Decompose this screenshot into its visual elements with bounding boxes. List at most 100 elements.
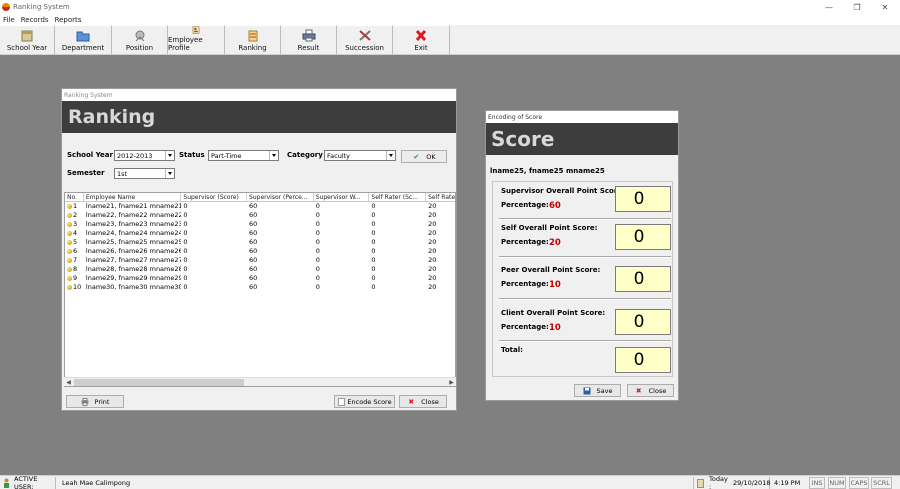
encode-score-button[interactable]: Encode Score [334, 395, 395, 408]
chevron-down-icon [269, 151, 278, 160]
scrollbar-thumb[interactable] [74, 379, 244, 386]
menu-reports[interactable]: Reports [52, 16, 85, 24]
result-button[interactable]: Result [281, 25, 337, 54]
succession-button[interactable]: Succession [337, 25, 393, 54]
table-cell: 0 [371, 265, 376, 273]
table-row[interactable]: 7 lname27, fname27 mname27 0 60 0 0 20 [65, 256, 455, 265]
ranking-button[interactable]: Ranking [225, 25, 281, 54]
table-cell: lname30, fname30 mname30 [85, 283, 182, 291]
school-year-button[interactable]: School Year [0, 25, 55, 54]
current-time: 4:19 PM [774, 479, 801, 487]
divider [499, 218, 671, 220]
peer-score-input[interactable]: 0 [615, 266, 671, 292]
row-number: 4 [73, 229, 78, 237]
row-number-cell: 3 [65, 220, 84, 229]
score-close-button[interactable]: ✖ Close [627, 384, 674, 397]
column-header[interactable]: Supervisor (Score) [181, 193, 248, 201]
table-cell: 0 [183, 283, 188, 291]
employee-ranking-table[interactable]: No. Employee Name Supervisor (Score) Sup… [64, 192, 456, 387]
column-header[interactable]: No. [65, 193, 84, 201]
print-button[interactable]: Print [66, 395, 124, 408]
restore-button[interactable]: ❐ [844, 0, 870, 14]
tools-icon [358, 30, 371, 41]
minimize-button[interactable]: — [816, 0, 842, 14]
table-row[interactable]: 6 lname26, fname26 mname26 0 60 0 0 20 [65, 247, 455, 256]
row-number: 5 [73, 238, 78, 246]
supervisor-score-input[interactable]: 0 [615, 186, 671, 212]
employee-profile-button[interactable]: Employee Profile [168, 25, 225, 54]
table-cell: 0 [315, 256, 320, 264]
status-dot-icon [67, 239, 72, 245]
table-cell: 20 [428, 211, 437, 219]
table-row[interactable]: 9 lname29, fname29 mname29 0 60 0 0 20 [65, 274, 455, 283]
table-cell: 60 [249, 202, 258, 210]
status-dot-icon [67, 203, 72, 209]
table-cell: 0 [371, 247, 376, 255]
table-cell: 0 [315, 220, 320, 228]
table-row[interactable]: 4 lname24, fname24 mname24 0 60 0 0 20 [65, 229, 455, 238]
status-dot-icon [67, 212, 72, 218]
table-cell: 0 [371, 274, 376, 282]
table-row[interactable]: 3 lname23, fname23 mname23 0 60 0 0 20 [65, 220, 455, 229]
close-window-button[interactable]: ✕ [872, 0, 898, 14]
position-button[interactable]: Position [112, 25, 168, 54]
ranking-window: Ranking System Ranking School Year 2012-… [61, 88, 457, 411]
category-label: Category [287, 151, 323, 159]
table-cell: 0 [183, 229, 188, 237]
row-number-cell: 1 [65, 202, 84, 211]
exit-button[interactable]: Exit [393, 25, 450, 54]
menu-file[interactable]: File [0, 16, 18, 24]
table-row[interactable]: 8 lname28, fname28 mname28 0 60 0 0 20 [65, 265, 455, 274]
score-window-title: Encoding of Score [486, 111, 678, 123]
table-row[interactable]: 2 lname22, fname22 mname22 0 60 0 0 20 [65, 211, 455, 220]
table-cell: 20 [428, 256, 437, 264]
column-header[interactable]: Self Rater [426, 193, 455, 201]
percentage-label: Percentage: [501, 238, 549, 246]
save-button[interactable]: Save [574, 384, 621, 397]
table-row[interactable]: 5 lname25, fname25 mname25 0 60 0 0 20 [65, 238, 455, 247]
toolbar-label: Exit [414, 44, 428, 52]
status-label: Status [179, 151, 205, 159]
school-year-value: 2012-2013 [117, 151, 153, 160]
table-row[interactable]: 10 lname30, fname30 mname30 0 60 0 0 20 [65, 283, 455, 292]
num-indicator: NUM [828, 477, 846, 489]
category-select[interactable]: Faculty [324, 150, 396, 161]
scroll-right-icon[interactable]: ▶ [447, 378, 456, 387]
table-cell: 20 [428, 274, 437, 282]
horizontal-scrollbar[interactable]: ◀ ▶ [64, 377, 456, 386]
current-date: 29/10/2018 [733, 477, 771, 489]
self-percentage: 20 [549, 238, 561, 248]
row-number-cell: 6 [65, 247, 84, 256]
column-header[interactable]: Self Rater (Sc... [369, 193, 427, 201]
column-header[interactable]: Supervisor W... [314, 193, 370, 201]
semester-select[interactable]: 1st [114, 168, 175, 179]
table-cell: 0 [315, 238, 320, 246]
scrl-indicator: SCRL [871, 477, 892, 489]
divider [499, 256, 671, 258]
column-header[interactable]: Supervisor (Perce... [247, 193, 314, 201]
table-cell: 0 [371, 220, 376, 228]
table-row[interactable]: 1 lname21, fname21 mname21 0 60 0 0 20 [65, 202, 455, 211]
row-number-cell: 7 [65, 256, 84, 265]
self-score-label: Self Overall Point Score: [501, 224, 598, 232]
employee-profile-icon [192, 26, 200, 34]
ok-button[interactable]: ✔ OK [401, 150, 447, 163]
encoding-score-window: Encoding of Score Score lname25, fname25… [485, 110, 679, 401]
status-select[interactable]: Part-Time [208, 150, 279, 161]
scroll-left-icon[interactable]: ◀ [64, 378, 73, 387]
self-score-input[interactable]: 0 [615, 224, 671, 250]
ranking-window-title: Ranking System [62, 89, 456, 101]
status-bar: ACTIVE USER: Leah Mae Calimpong Today : … [0, 475, 900, 489]
client-score-input[interactable]: 0 [615, 309, 671, 335]
table-cell: 0 [315, 202, 320, 210]
ins-indicator: INS [809, 477, 825, 489]
close-button[interactable]: ✖ Close [399, 395, 447, 408]
percentage-label: Percentage: [501, 323, 549, 331]
department-button[interactable]: Department [55, 25, 112, 54]
row-number-cell: 5 [65, 238, 84, 247]
table-cell: 60 [249, 283, 258, 291]
school-year-select[interactable]: 2012-2013 [114, 150, 175, 161]
column-header[interactable]: Employee Name [84, 193, 182, 201]
menu-records[interactable]: Records [18, 16, 52, 24]
table-cell: lname22, fname22 mname22 [85, 211, 182, 219]
